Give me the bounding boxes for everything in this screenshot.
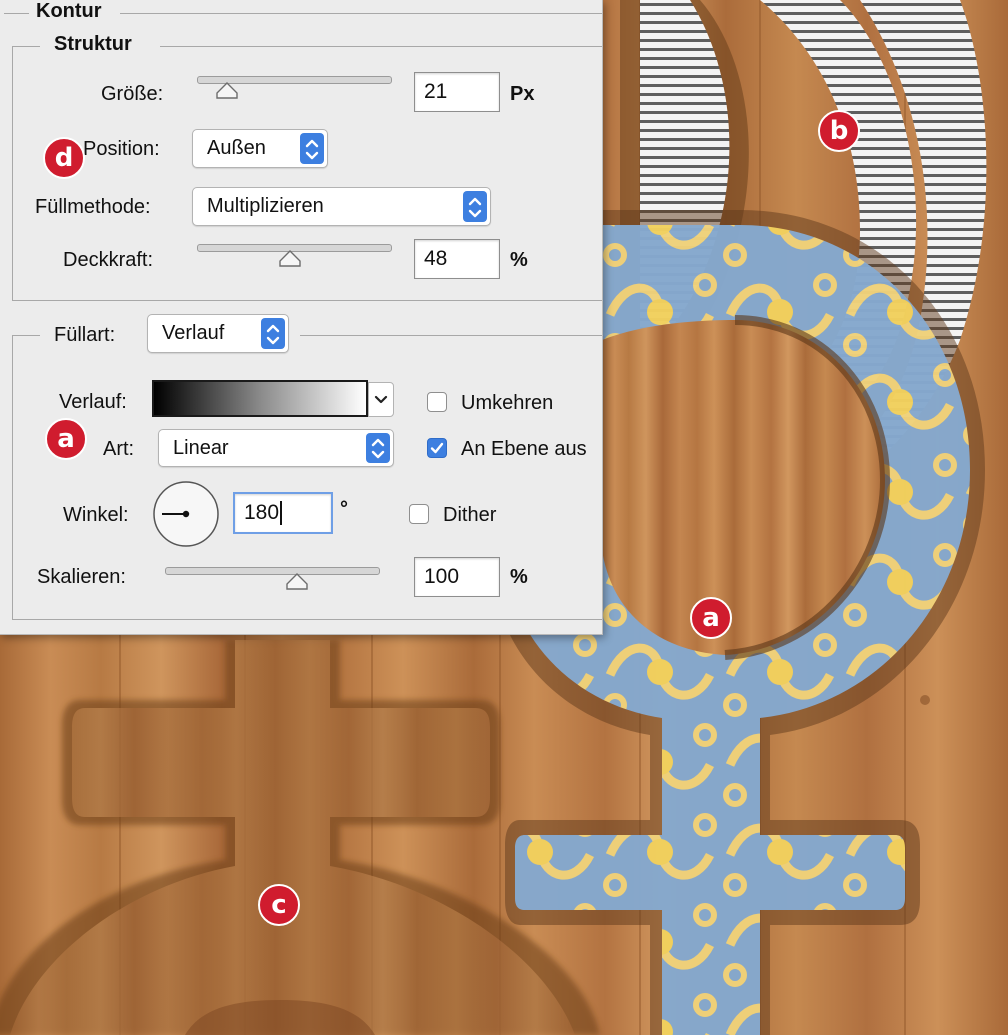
opacity-unit: % xyxy=(510,249,528,271)
callout-badge-a: a xyxy=(45,418,87,460)
updown-icon xyxy=(305,139,319,160)
updown-icon xyxy=(371,438,385,459)
angle-dial[interactable] xyxy=(152,480,220,548)
scale-value: 100 xyxy=(424,565,460,588)
size-label: Größe: xyxy=(101,83,164,105)
reverse-label: Umkehren xyxy=(461,392,554,414)
reverse-checkbox[interactable] xyxy=(427,392,447,412)
fill-box-top xyxy=(12,335,40,336)
callout-badge-b: b xyxy=(818,110,860,152)
style-label: Art: xyxy=(103,438,135,460)
size-input[interactable]: 21 xyxy=(414,72,500,112)
scale-input[interactable]: 100 xyxy=(414,557,500,597)
blend-mode-select[interactable]: Multiplizieren xyxy=(192,187,491,226)
structure-box-bottom xyxy=(12,300,602,301)
position-value: Außen xyxy=(207,137,266,159)
position-stepper[interactable] xyxy=(300,133,324,164)
angle-input[interactable]: 180 xyxy=(233,492,333,534)
text-cursor xyxy=(280,501,283,525)
fill-box-left xyxy=(12,335,13,619)
checkmark-icon xyxy=(430,442,444,454)
structure-box-top xyxy=(12,46,40,47)
style-select[interactable]: Linear xyxy=(158,429,394,467)
callout-badge-a: a xyxy=(690,597,732,639)
callout-badge-c: c xyxy=(258,884,300,926)
gradient-preview[interactable] xyxy=(152,380,368,417)
fill-type-value: Verlauf xyxy=(162,322,225,344)
position-select[interactable]: Außen xyxy=(192,129,328,168)
size-value: 21 xyxy=(424,80,448,103)
angle-unit: ° xyxy=(340,498,348,520)
blend-mode-stepper[interactable] xyxy=(463,191,487,222)
scale-unit: % xyxy=(510,566,528,588)
updown-icon xyxy=(266,324,280,345)
style-value: Linear xyxy=(173,436,229,459)
scale-label: Skalieren: xyxy=(37,566,126,588)
blend-mode-value: Multiplizieren xyxy=(207,195,324,217)
opacity-value: 48 xyxy=(424,247,448,270)
structure-box-left xyxy=(12,46,13,300)
fill-type-stepper[interactable] xyxy=(261,318,285,349)
group-title-kontur: Kontur xyxy=(36,0,102,22)
dither-label: Dither xyxy=(443,504,497,526)
updown-icon xyxy=(468,197,482,218)
fill-type-select[interactable]: Verlauf xyxy=(147,314,289,353)
angle-value: 180 xyxy=(244,501,280,524)
size-unit: Px xyxy=(510,83,535,105)
align-with-layer-checkbox[interactable] xyxy=(427,438,447,458)
fill-box-top xyxy=(300,335,602,336)
group-rule xyxy=(4,13,29,14)
group-rule xyxy=(120,13,602,14)
fill-type-label: Füllart: xyxy=(54,324,116,346)
opacity-label: Deckkraft: xyxy=(63,249,154,271)
fill-box-bottom xyxy=(12,619,602,620)
blend-mode-label: Füllmethode: xyxy=(35,196,151,218)
size-slider-thumb[interactable] xyxy=(216,82,238,100)
scale-slider-track[interactable] xyxy=(165,567,380,575)
opacity-slider-thumb[interactable] xyxy=(279,250,301,268)
align-with-layer-label: An Ebene aus xyxy=(461,438,587,460)
gradient-dropdown[interactable] xyxy=(368,382,394,417)
angle-label: Winkel: xyxy=(63,504,129,526)
gradient-label: Verlauf: xyxy=(59,391,127,413)
style-stepper[interactable] xyxy=(366,433,390,463)
layer-style-panel: Kontur Struktur Größe: 21 Px Position: A… xyxy=(0,0,603,635)
callout-badge-d: d xyxy=(43,137,85,179)
structure-box-top xyxy=(160,46,602,47)
position-label: Position: xyxy=(83,138,160,160)
dither-checkbox[interactable] xyxy=(409,504,429,524)
structure-title: Struktur xyxy=(54,33,132,55)
chevron-down-icon xyxy=(374,395,388,404)
scale-slider-thumb[interactable] xyxy=(286,573,308,591)
opacity-input[interactable]: 48 xyxy=(414,239,500,279)
